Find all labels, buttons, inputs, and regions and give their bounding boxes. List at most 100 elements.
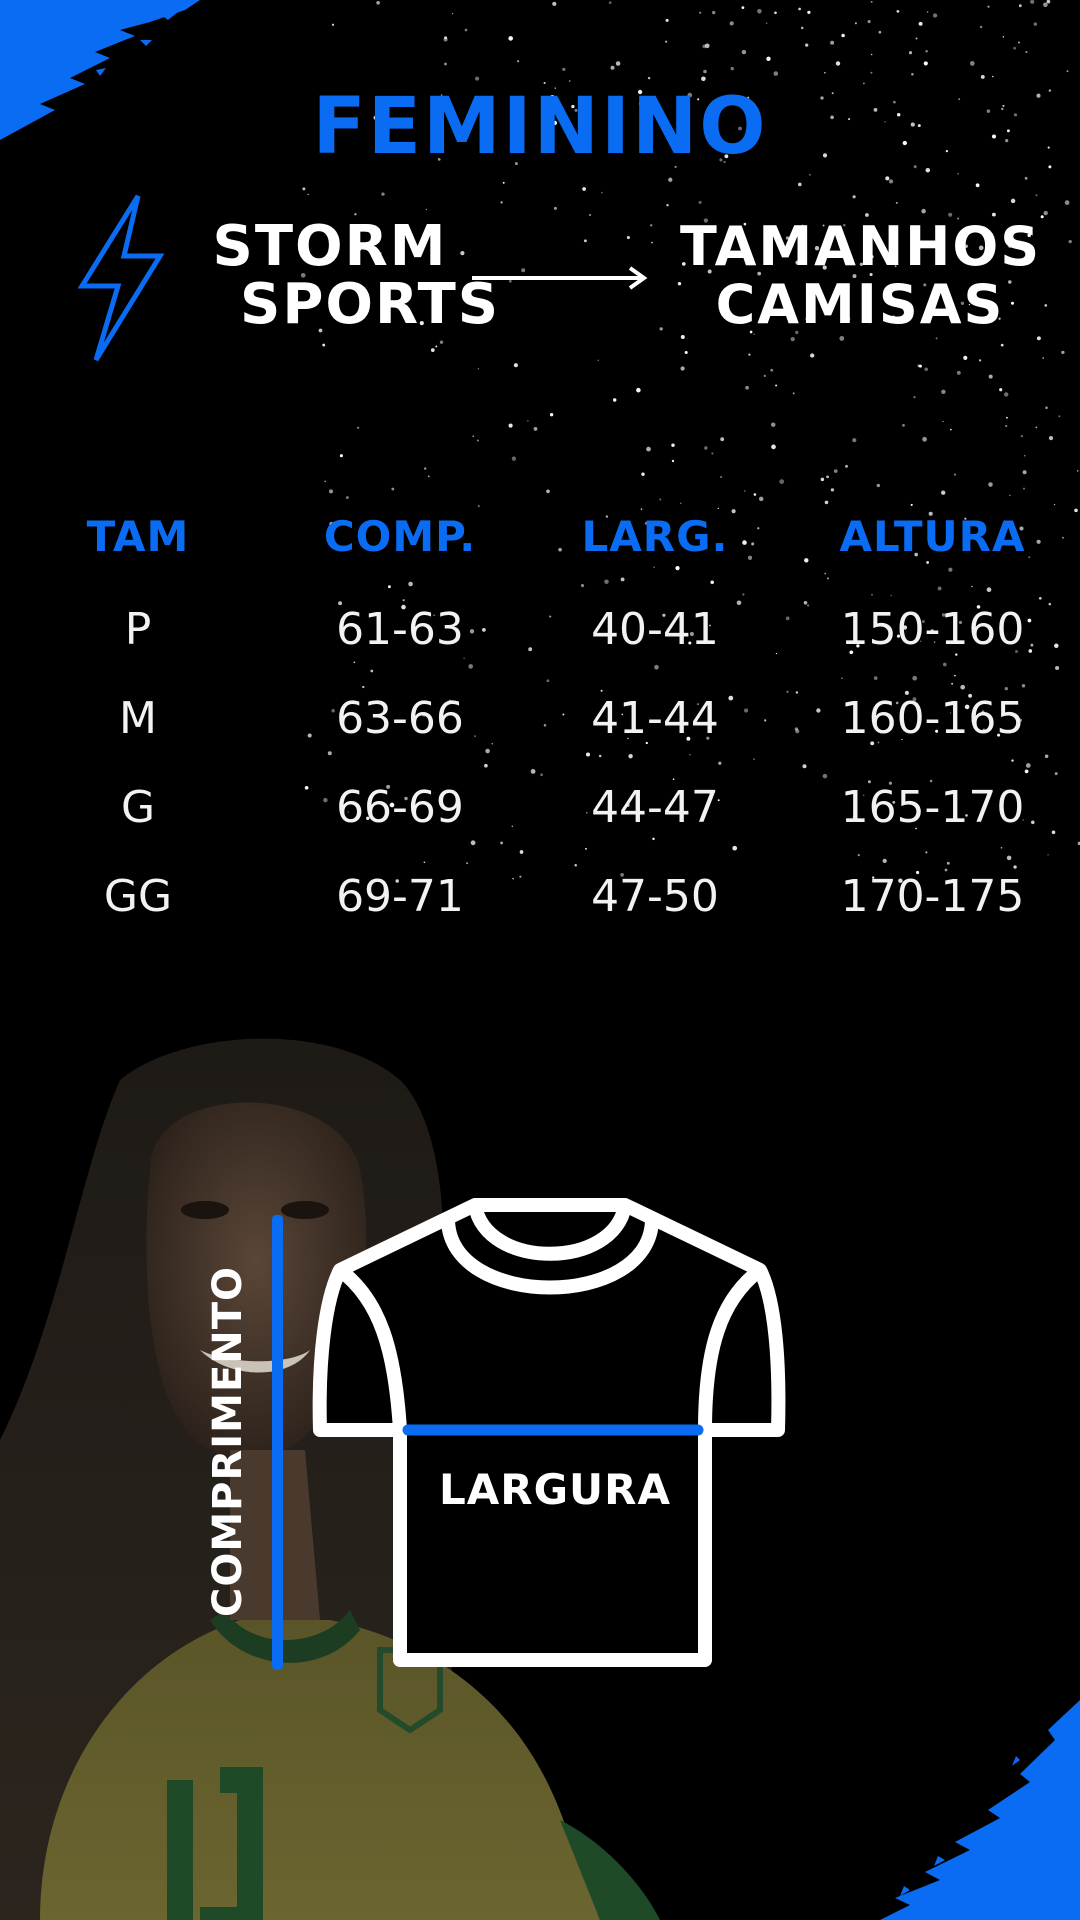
star-dot xyxy=(1046,0,1051,4)
star-dot xyxy=(391,487,395,491)
star-dot xyxy=(328,489,334,494)
star-dot xyxy=(1030,0,1035,4)
star-dot xyxy=(665,18,669,22)
star-dot xyxy=(992,75,994,78)
star-dot xyxy=(910,503,913,506)
star-dot xyxy=(1036,336,1041,341)
star-dot xyxy=(1010,198,1016,204)
star-dot xyxy=(464,28,468,32)
star-dot xyxy=(601,191,603,194)
star-dot xyxy=(527,420,529,422)
star-dot xyxy=(1022,470,1027,475)
star-dot xyxy=(680,502,682,505)
table-cell: 40-41 xyxy=(591,604,719,655)
star-dot xyxy=(870,71,873,74)
table-row: G 66-69 44-47 165-170 xyxy=(0,782,1080,871)
star-dot xyxy=(582,187,586,191)
star-dot xyxy=(745,385,749,390)
star-dot xyxy=(1018,41,1020,44)
star-dot xyxy=(443,37,448,42)
table-cell: 69-71 xyxy=(336,871,464,922)
star-dot xyxy=(741,49,747,55)
star-dot xyxy=(651,241,653,244)
star-dot xyxy=(1025,51,1028,54)
star-dot xyxy=(640,508,643,511)
star-dot xyxy=(1005,424,1008,428)
star-dot xyxy=(717,507,719,510)
tshirt-icon xyxy=(312,1198,786,1667)
star-dot xyxy=(665,40,668,43)
star-dot xyxy=(878,30,882,34)
star-dot xyxy=(704,446,708,450)
star-dot xyxy=(666,203,669,207)
star-dot xyxy=(852,438,857,443)
star-dot xyxy=(979,25,983,29)
star-dot xyxy=(636,387,641,393)
star-dot xyxy=(1035,194,1038,197)
star-dot xyxy=(830,488,835,492)
table-row: M 63-66 41-44 160-165 xyxy=(0,693,1080,782)
star-dot xyxy=(779,479,785,484)
star-dot xyxy=(684,350,688,355)
star-dot xyxy=(562,67,566,72)
star-dot xyxy=(322,343,326,347)
star-dot xyxy=(895,201,898,204)
star-dot xyxy=(748,353,751,356)
star-dot xyxy=(852,195,856,199)
star-dot xyxy=(744,490,746,492)
star-dot xyxy=(953,473,957,476)
table-header-row: TAM COMP. LARG. ALTURA xyxy=(0,512,1080,604)
star-dot xyxy=(932,13,938,18)
star-dot xyxy=(647,76,651,80)
star-dot xyxy=(552,1,557,6)
star-dot xyxy=(918,364,922,368)
star-dot xyxy=(941,389,946,395)
table-cell: 41-44 xyxy=(591,693,719,744)
star-dot xyxy=(820,477,825,482)
star-dot xyxy=(712,10,716,15)
star-dot xyxy=(913,395,916,399)
star-dot xyxy=(921,208,926,214)
star-dot xyxy=(988,374,993,379)
column-header-size: TAM xyxy=(86,512,190,561)
star-dot xyxy=(698,200,702,204)
star-dot xyxy=(1013,46,1016,50)
star-dot xyxy=(809,173,812,176)
star-dot xyxy=(307,193,309,196)
star-dot xyxy=(935,337,938,340)
star-dot xyxy=(1000,343,1004,347)
star-dot xyxy=(641,472,645,476)
star-dot xyxy=(1035,426,1038,429)
lightning-bolt-icon xyxy=(78,194,164,362)
star-dot xyxy=(765,22,768,24)
table-cell: 170-175 xyxy=(840,871,1025,922)
star-dot xyxy=(1042,357,1045,359)
star-dot xyxy=(546,489,550,494)
star-dot xyxy=(911,73,914,76)
star-dot xyxy=(1040,215,1044,219)
star-dot xyxy=(508,36,513,41)
star-dot xyxy=(770,422,776,427)
table-cell: 150-160 xyxy=(840,604,1025,655)
star-dot xyxy=(867,20,871,24)
page-title: FEMININO xyxy=(312,82,768,172)
star-dot xyxy=(978,359,982,362)
star-dot xyxy=(476,439,479,442)
star-dot xyxy=(475,76,480,81)
column-header-width: LARG. xyxy=(581,512,729,561)
star-dot xyxy=(1006,416,1008,419)
star-dot xyxy=(922,436,927,442)
sizes-line-2: CAMISAS xyxy=(715,273,1005,336)
star-dot xyxy=(980,74,985,79)
star-dot xyxy=(1009,494,1011,497)
star-dot xyxy=(824,500,829,505)
star-dot xyxy=(988,482,993,487)
star-dot xyxy=(608,1,612,4)
star-dot xyxy=(646,446,651,452)
star-dot xyxy=(711,452,714,455)
star-dot xyxy=(508,423,513,428)
star-dot xyxy=(381,192,385,196)
star-dot xyxy=(610,65,615,70)
star-dot xyxy=(885,176,890,181)
star-dot xyxy=(1004,392,1009,397)
